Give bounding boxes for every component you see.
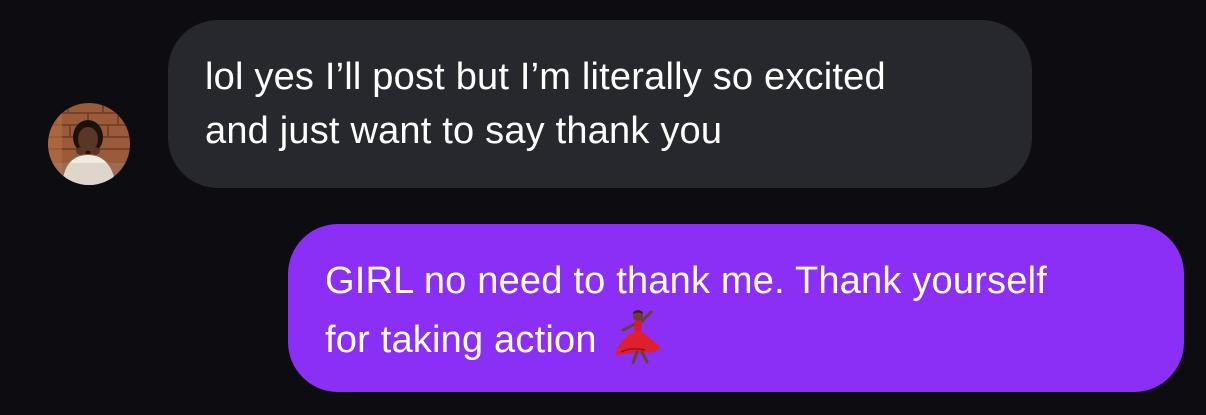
woman-dancing-emoji-icon xyxy=(611,308,663,365)
message-text-line: lol yes I’ll post but I’m literally so e… xyxy=(205,56,886,98)
avatar-photo-icon xyxy=(48,103,130,185)
chat-thread: lol yes I’ll post but I’m literally so e… xyxy=(0,0,1206,415)
incoming-message-bubble[interactable]: lol yes I’ll post but I’m literally so e… xyxy=(168,20,1032,188)
message-text-line: GIRL no need to thank me. Thank yourself xyxy=(325,260,1047,302)
message-text-line: for taking action xyxy=(325,319,597,361)
outgoing-message-bubble[interactable]: GIRL no need to thank me. Thank yourself… xyxy=(288,224,1184,392)
avatar[interactable] xyxy=(48,103,130,185)
message-text-line-with-emoji: for taking action xyxy=(325,308,1184,367)
message-text-line: and just want to say thank you xyxy=(205,110,723,152)
